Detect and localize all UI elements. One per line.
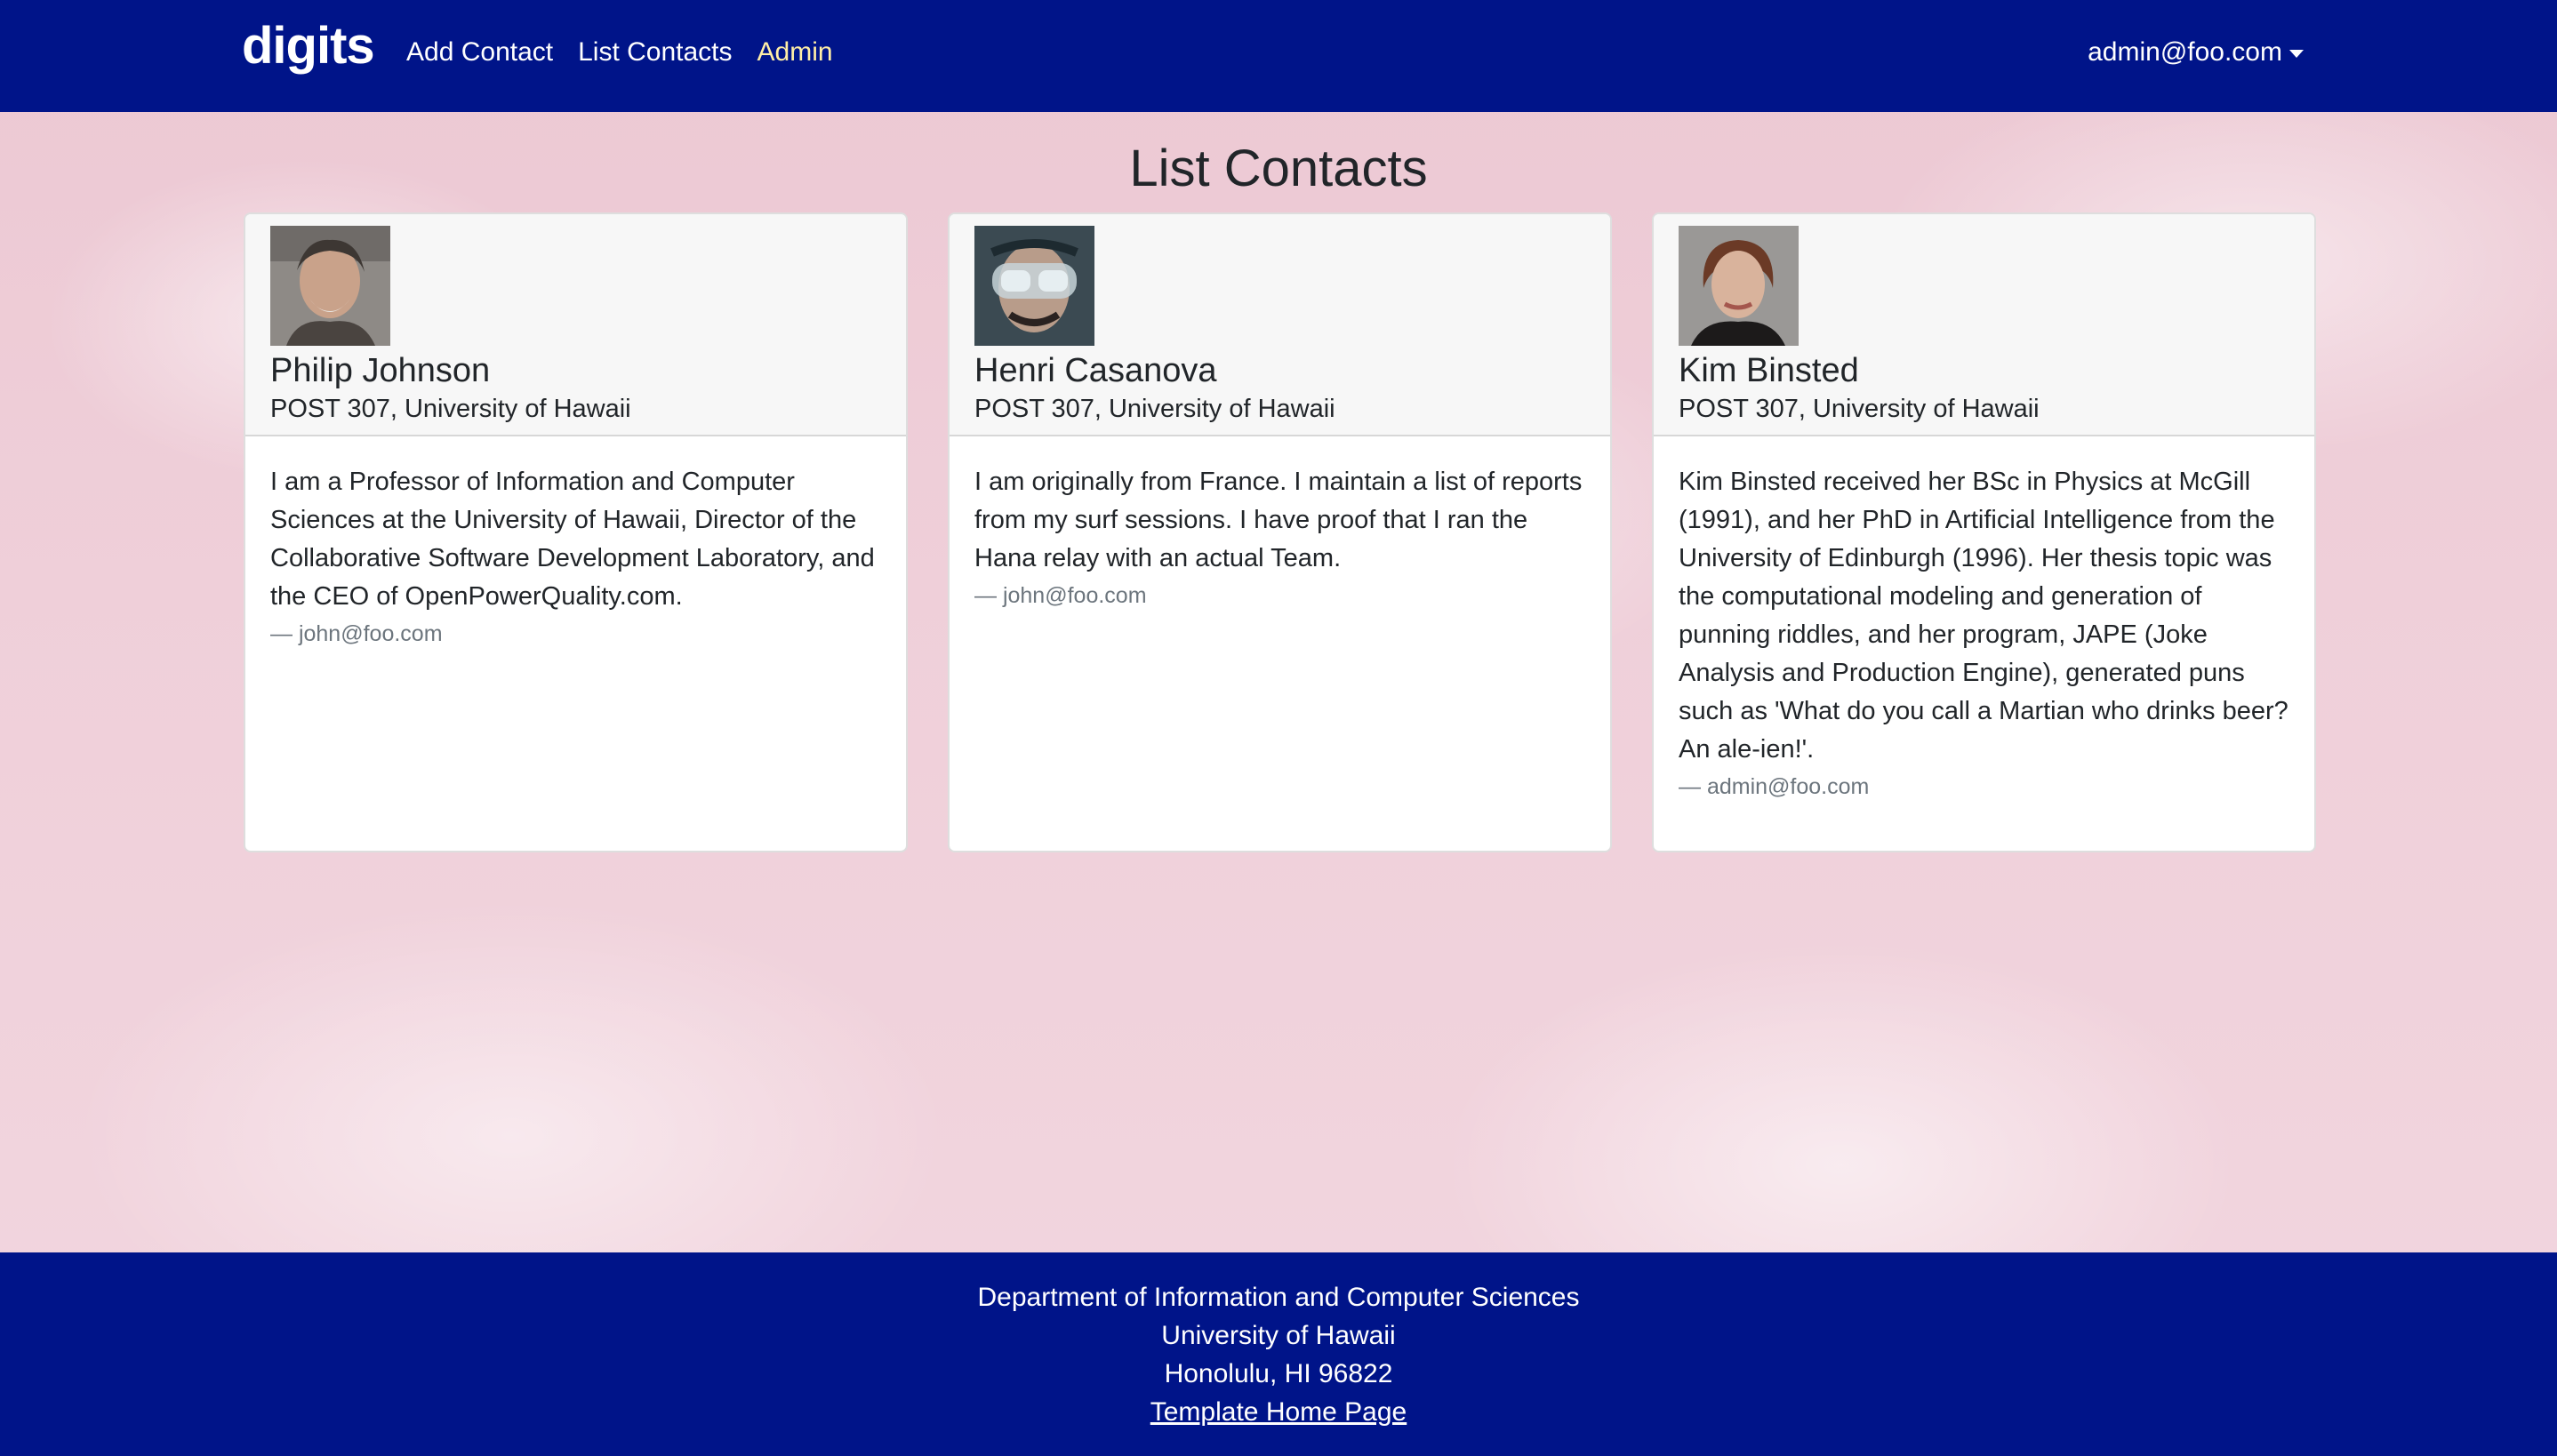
card-body: Kim Binsted received her BSc in Physics … <box>1654 436 2314 831</box>
page-title: List Contacts <box>1129 140 1428 197</box>
card-header: Philip Johnson POST 307, University of H… <box>245 214 906 436</box>
top-navbar: digits Add Contact List Contacts Admin a… <box>0 0 2557 112</box>
caret-down-icon <box>2289 49 2304 58</box>
person-photo-icon <box>1679 226 1799 346</box>
contact-description: I am originally from France. I maintain … <box>974 468 1583 572</box>
footer-university: University of Hawaii <box>1161 1321 1396 1350</box>
nav-links: Add Contact List Contacts Admin <box>406 37 833 68</box>
contact-name: Philip Johnson <box>270 352 491 389</box>
footer: Department of Information and Computer S… <box>0 1252 2557 1456</box>
contact-address: POST 307, University of Hawaii <box>270 395 631 423</box>
card-body: I am originally from France. I maintain … <box>950 436 1610 640</box>
contact-owner: — admin@foo.com <box>1679 774 1870 799</box>
nav-admin[interactable]: Admin <box>757 37 833 68</box>
contact-address: POST 307, University of Hawaii <box>1679 395 2040 423</box>
contact-cards: Philip Johnson POST 307, University of H… <box>244 212 2316 852</box>
card-header: Kim Binsted POST 307, University of Hawa… <box>1654 214 2314 436</box>
contact-card: Kim Binsted POST 307, University of Hawa… <box>1652 212 2316 852</box>
person-photo-icon <box>270 226 390 346</box>
user-dropdown[interactable]: admin@foo.com <box>2088 37 2304 68</box>
footer-department: Department of Information and Computer S… <box>977 1283 1580 1312</box>
contact-owner: — john@foo.com <box>974 583 1147 608</box>
contact-owner: — john@foo.com <box>270 621 443 646</box>
card-header: Henri Casanova POST 307, University of H… <box>950 214 1610 436</box>
contact-card: Philip Johnson POST 307, University of H… <box>244 212 908 852</box>
contact-description: I am a Professor of Information and Comp… <box>270 468 875 611</box>
template-home-link[interactable]: Template Home Page <box>1150 1397 1407 1427</box>
contact-address: POST 307, University of Hawaii <box>974 395 1335 423</box>
person-photo-icon <box>974 226 1094 346</box>
contact-description: Kim Binsted received her BSc in Physics … <box>1679 468 2288 764</box>
user-email: admin@foo.com <box>2088 37 2282 67</box>
nav-add-contact[interactable]: Add Contact <box>406 37 553 68</box>
card-body: I am a Professor of Information and Comp… <box>245 436 906 678</box>
brand-logo[interactable]: digits <box>242 16 375 76</box>
contact-card: Henri Casanova POST 307, University of H… <box>948 212 1612 852</box>
footer-city: Honolulu, HI 96822 <box>1164 1359 1393 1388</box>
nav-list-contacts[interactable]: List Contacts <box>578 37 732 68</box>
contact-name: Henri Casanova <box>974 352 1217 389</box>
contact-name: Kim Binsted <box>1679 352 1859 389</box>
